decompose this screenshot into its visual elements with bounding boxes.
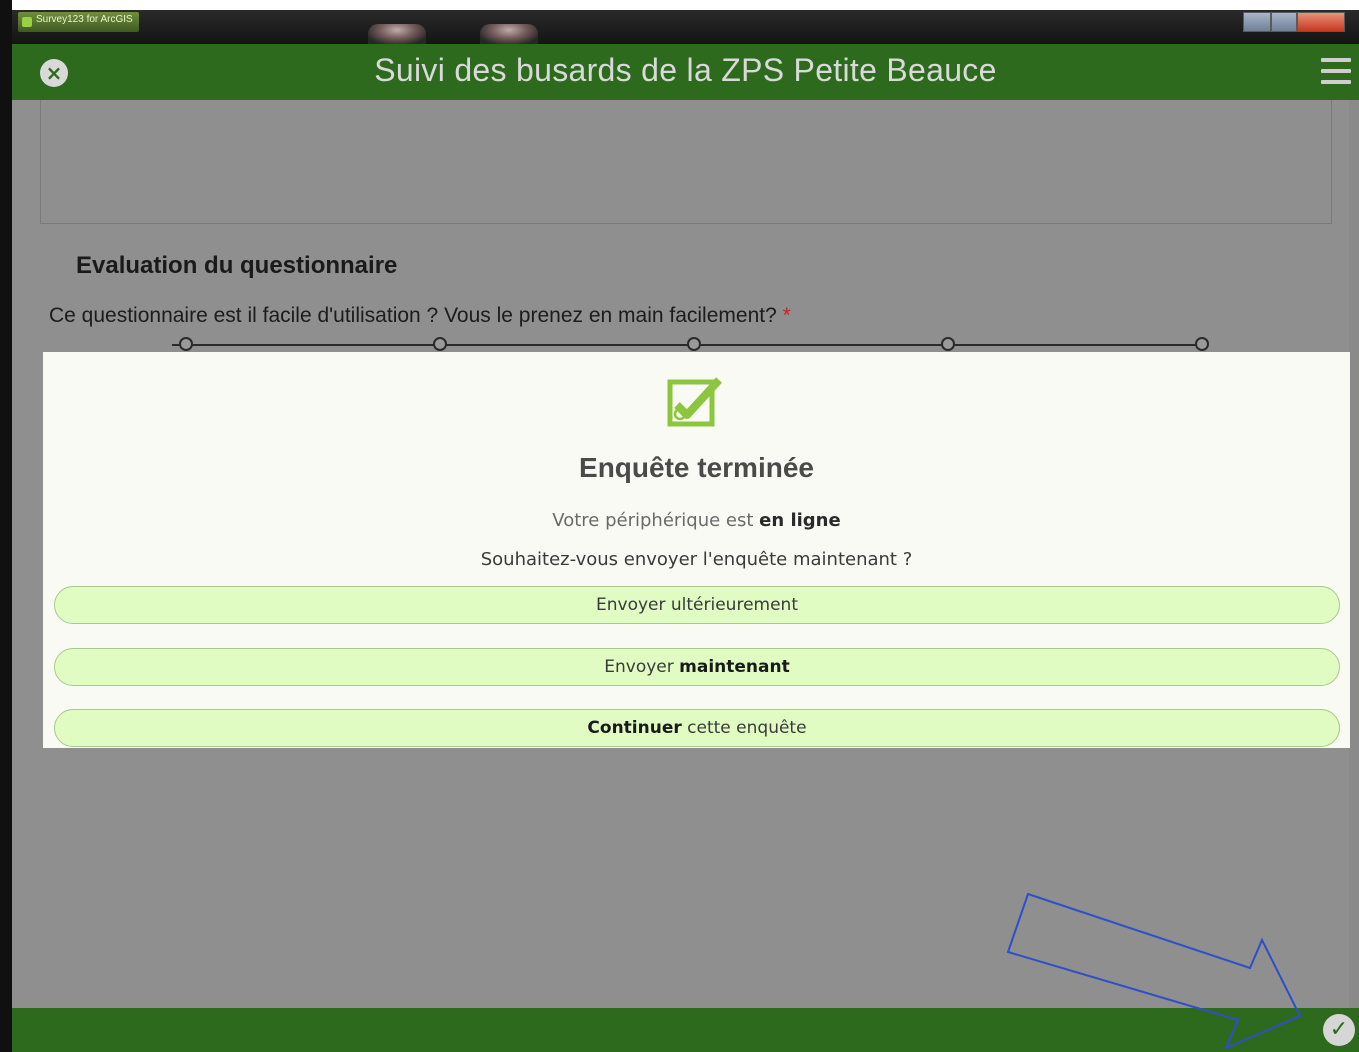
send-later-label: Envoyer ultérieurement <box>596 595 798 615</box>
taskbar-thumbnail <box>480 24 538 44</box>
hamburger-menu-icon[interactable] <box>1321 58 1351 86</box>
status-value: en ligne <box>759 510 841 531</box>
group-header[interactable]: Evaluation du questionnaire <box>48 252 398 512</box>
survey-complete-dialog: Enquête terminée Votre périphérique est … <box>43 352 1350 748</box>
group-title: Evaluation du questionnaire <box>76 252 398 279</box>
previous-text-field[interactable] <box>40 100 1332 224</box>
continue-label-bold: Continuer <box>587 718 682 738</box>
minimize-button[interactable] <box>1243 12 1271 32</box>
app-name-label: Survey123 for ArcGIS <box>36 14 133 25</box>
rating-option[interactable] <box>179 337 193 351</box>
dialog-question: Souhaitez-vous envoyer l'enquête mainten… <box>480 549 913 570</box>
rating-option[interactable] <box>433 337 447 351</box>
app-icon <box>22 17 32 27</box>
connection-status: Votre périphérique est en ligne <box>43 510 1350 531</box>
send-now-label-prefix: Envoyer <box>604 657 680 677</box>
continue-survey-button[interactable]: Continuer cette enquête <box>54 709 1340 747</box>
scrollbar[interactable] <box>1349 100 1359 1050</box>
window-controls <box>1243 12 1351 32</box>
survey-title: Suivi des busards de la ZPS Petite Beauc… <box>374 52 997 88</box>
window-frame <box>0 0 12 1052</box>
screen: Survey123 for ArcGIS × Suivi des busards… <box>0 0 1359 1052</box>
required-marker: * <box>782 304 791 327</box>
rating-option[interactable] <box>941 337 955 351</box>
window-close-button[interactable] <box>1297 12 1345 32</box>
status-prefix: Votre périphérique est <box>552 510 760 531</box>
question-text: Ce questionnaire est il facile d'utilisa… <box>49 304 777 327</box>
window-title: Survey123 for ArcGIS <box>18 12 139 32</box>
question-label: Ce questionnaire est il facile d'utilisa… <box>49 304 791 328</box>
survey-header: × Suivi des busards de la ZPS Petite Bea… <box>12 44 1359 100</box>
taskbar-thumbnail <box>368 24 426 44</box>
send-later-button[interactable]: Envoyer ultérieurement <box>54 586 1340 624</box>
send-now-button[interactable]: Envoyer maintenant <box>54 648 1340 686</box>
os-titlebar: Survey123 for ArcGIS <box>12 10 1359 44</box>
rating-option[interactable] <box>1195 337 1209 351</box>
rating-option[interactable] <box>687 337 701 351</box>
maximize-button[interactable] <box>1271 12 1297 32</box>
arrow-annotation <box>1006 892 1302 1050</box>
checked-form-icon <box>667 377 722 427</box>
continue-label-suffix: cette enquête <box>681 718 807 738</box>
dialog-title: Enquête terminée <box>579 452 814 483</box>
send-now-label-bold: maintenant <box>679 657 790 677</box>
